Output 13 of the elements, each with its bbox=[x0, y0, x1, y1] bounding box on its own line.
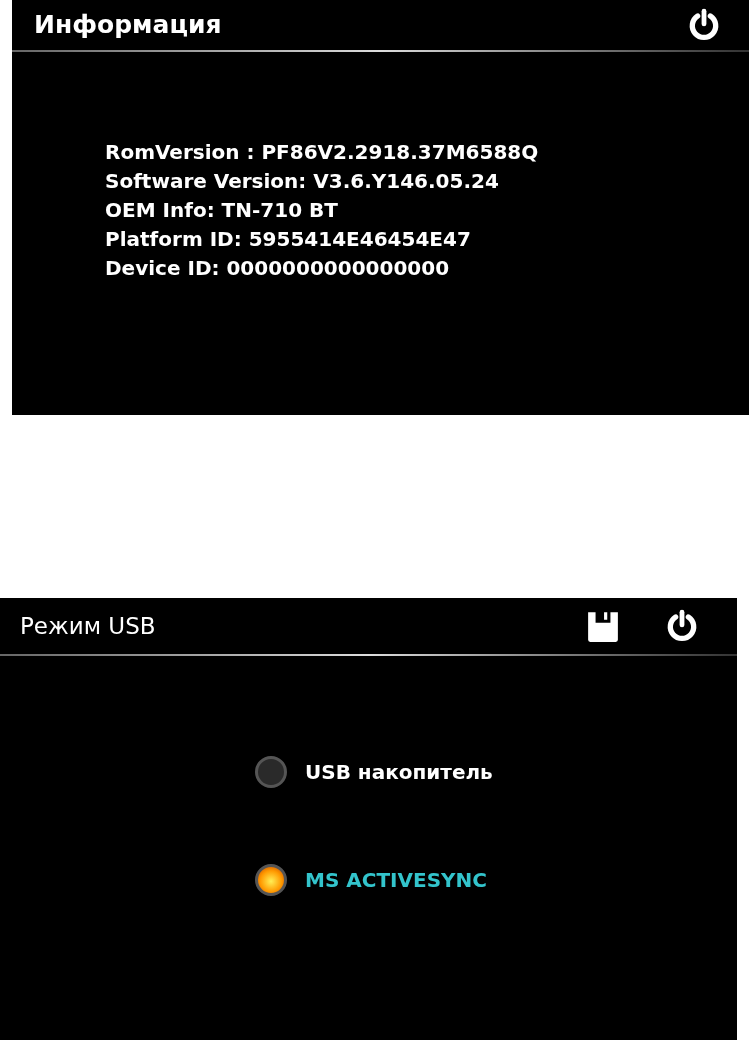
radio-button[interactable] bbox=[255, 864, 287, 896]
power-icon[interactable] bbox=[665, 609, 699, 643]
info-line: RomVersion : PF86V2.2918.37M6588Q bbox=[105, 139, 540, 165]
info-line: Device ID: 0000000000000000 bbox=[105, 255, 451, 281]
option-label[interactable]: USB накопитель bbox=[305, 757, 493, 787]
radio-button[interactable] bbox=[255, 756, 287, 788]
screen-title: Режим USB bbox=[20, 611, 157, 641]
info-line: Software Version: V3.6.Y146.05.24 bbox=[105, 168, 500, 194]
power-icon[interactable] bbox=[687, 8, 721, 42]
info-line: Platform ID: 5955414E46454E47 bbox=[105, 226, 472, 252]
option-label[interactable]: MS ACTIVESYNC bbox=[305, 865, 487, 895]
info-line: OEM Info: TN-710 BT bbox=[105, 197, 339, 223]
screen-title: Информация bbox=[34, 9, 222, 42]
